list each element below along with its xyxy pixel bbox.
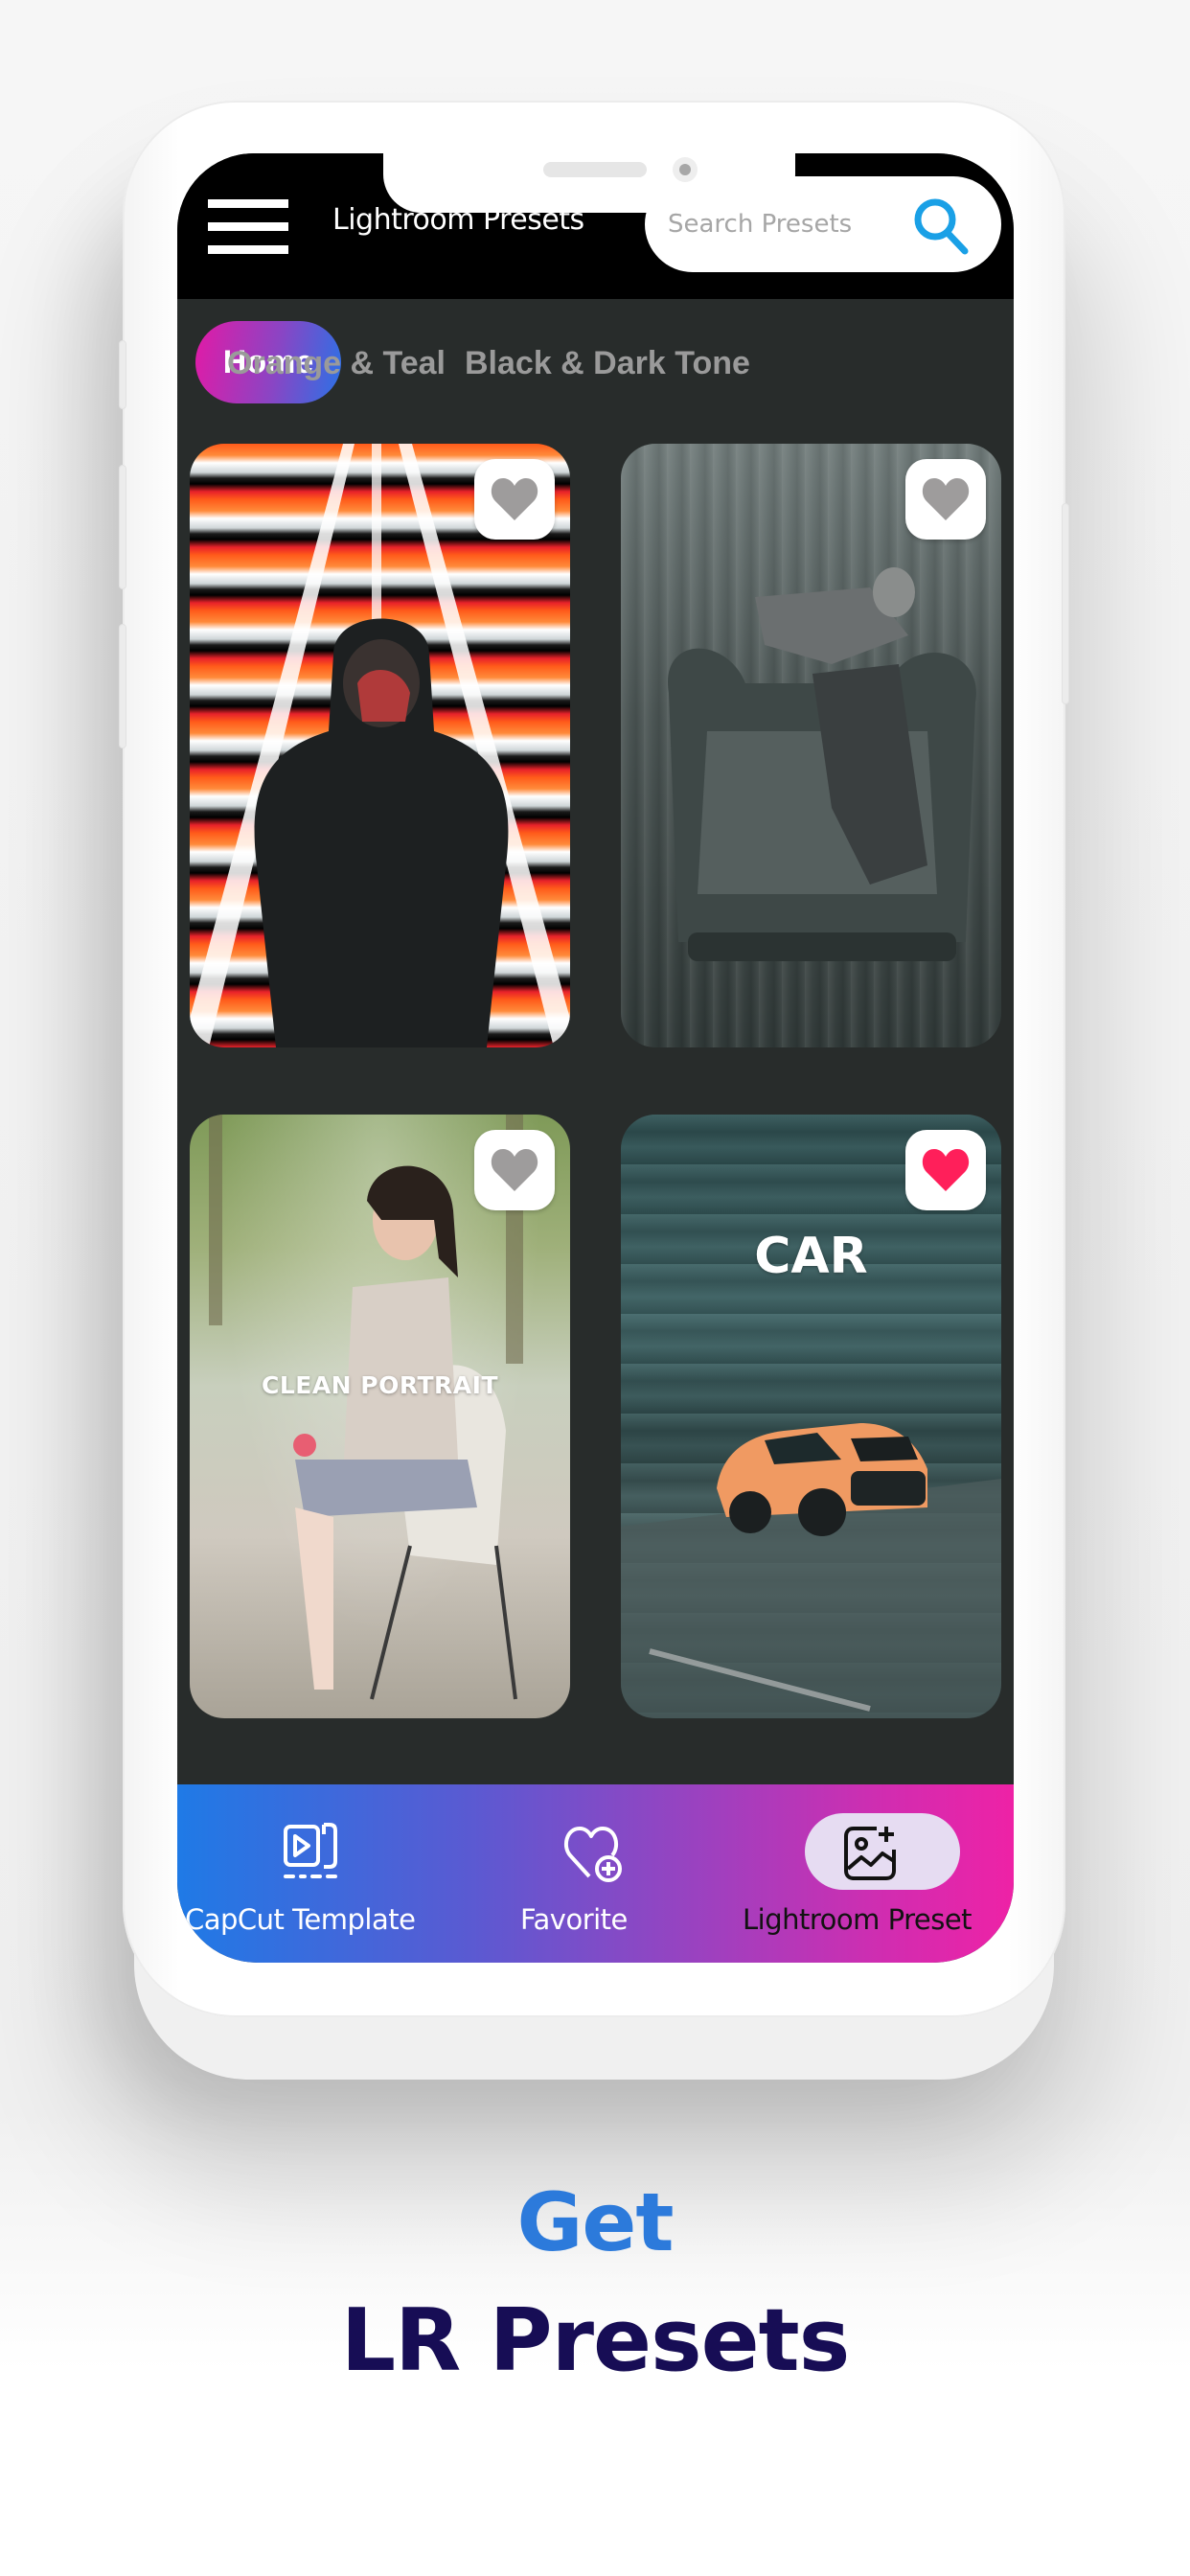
nav-label: Favorite [520, 1903, 628, 1936]
search-icon[interactable] [909, 194, 973, 257]
phone-side-button-mute [119, 340, 126, 409]
favorite-button[interactable] [905, 459, 986, 540]
nav-label: CapCut Template [185, 1903, 416, 1936]
nav-lightroom-preset[interactable]: Lightroom Preset [733, 1784, 1014, 1963]
app-screen: Lightroom Presets Home Orange & Teal Bla… [177, 153, 1014, 1963]
menu-line [208, 199, 288, 208]
preset-grid: CLEAN PORTRAIT CAR [177, 441, 1014, 1782]
phone-speaker [543, 162, 647, 177]
favorite-button-active[interactable] [905, 1130, 986, 1210]
card-label: CAR [754, 1228, 868, 1285]
nav-capcut-template[interactable]: CapCut Template [177, 1784, 455, 1963]
preset-card-clean-portrait[interactable]: CLEAN PORTRAIT [190, 1115, 570, 1718]
phone-side-button-volume-up [119, 465, 126, 589]
heart-icon [491, 478, 538, 520]
heart-icon [491, 1149, 538, 1191]
preset-card-car[interactable]: CAR [621, 1115, 1001, 1718]
phone-side-button-power [1062, 503, 1069, 704]
phone-notch [383, 153, 795, 213]
promo-headline-line2: LR Presets [340, 2290, 851, 2391]
bottom-navigation: CapCut Template Favorite Lightroom Prese… [177, 1784, 1014, 1963]
promo-headline-line1: Get [516, 2175, 674, 2269]
image-plus-icon [844, 1827, 896, 1880]
menu-line [208, 222, 288, 231]
heart-plus-icon [563, 1827, 622, 1882]
hamburger-menu-button[interactable] [208, 199, 288, 255]
nav-label: Lightroom Preset [743, 1903, 973, 1936]
heart-icon [922, 478, 970, 520]
favorite-button[interactable] [474, 1130, 555, 1210]
card-label: CLEAN PORTRAIT [261, 1371, 499, 1399]
tab-black-dark-tone[interactable]: Black & Dark Tone [465, 332, 750, 395]
phone-side-button-volume-down [119, 624, 126, 748]
nav-favorite[interactable]: Favorite [455, 1784, 733, 1963]
video-template-icon [284, 1823, 337, 1878]
favorite-button[interactable] [474, 459, 555, 540]
menu-line [208, 245, 288, 254]
tab-orange-teal[interactable]: Orange & Teal [227, 332, 446, 395]
heart-filled-icon [922, 1149, 970, 1191]
phone-camera [673, 157, 698, 182]
preset-card-neon-hoodie[interactable] [190, 444, 570, 1047]
preset-card-bw-armchair[interactable] [621, 444, 1001, 1047]
